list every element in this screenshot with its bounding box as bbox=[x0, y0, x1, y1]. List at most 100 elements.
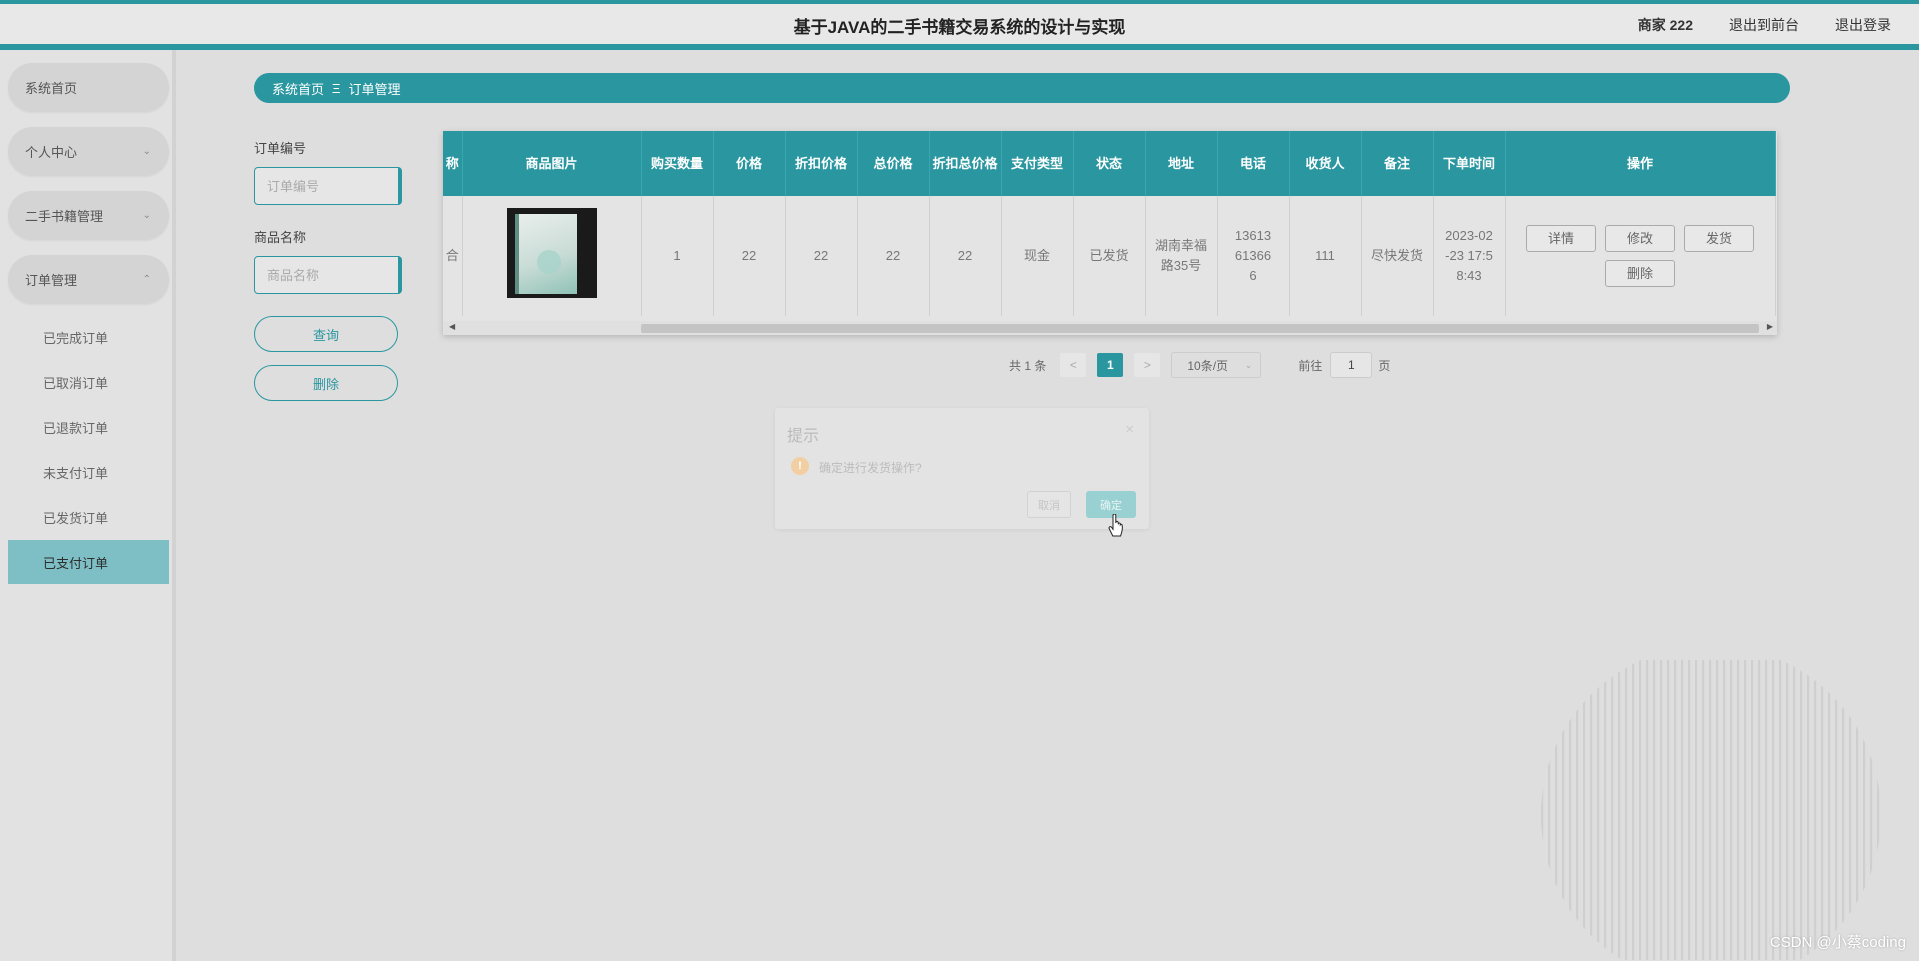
breadcrumb-home[interactable]: 系统首页 bbox=[272, 79, 324, 98]
breadcrumb: 系统首页 Ξ 订单管理 bbox=[254, 73, 1790, 103]
sidebar: 系统首页 个人中心 ⌄ 二手书籍管理 ⌄ 订单管理 ⌃ 已完成订单 已取消订单 … bbox=[0, 50, 176, 961]
sidebar-item-home[interactable]: 系统首页 bbox=[8, 63, 169, 112]
column-header: 折扣总价格 bbox=[929, 131, 1002, 196]
cell-name: 合 bbox=[443, 196, 463, 316]
cell-pay-type: 现金 bbox=[1001, 196, 1074, 316]
sidebar-item-orders[interactable]: 订单管理 ⌃ bbox=[8, 255, 169, 304]
prev-page-button[interactable]: < bbox=[1060, 353, 1087, 377]
sidebar-item-label: 个人中心 bbox=[25, 145, 78, 160]
warning-icon: ! bbox=[791, 457, 809, 475]
chevron-down-icon: ⌄ bbox=[142, 210, 151, 221]
column-header: 价格 bbox=[713, 131, 786, 196]
cell-discount-price: 22 bbox=[785, 196, 858, 316]
scroll-left-icon[interactable]: ◀ bbox=[449, 322, 455, 331]
product-name-input[interactable] bbox=[254, 256, 402, 294]
current-user: 商家 222 bbox=[1637, 17, 1693, 33]
product-name-label: 商品名称 bbox=[254, 230, 307, 245]
dialog-title: 提示 bbox=[787, 428, 820, 445]
sidebar-item-label: 系统首页 bbox=[25, 81, 78, 96]
submenu-unpaid-orders[interactable]: 未支付订单 bbox=[8, 450, 169, 495]
column-header: 状态 bbox=[1073, 131, 1146, 196]
orders-submenu: 已完成订单 已取消订单 已退款订单 未支付订单 已发货订单 已支付订单 bbox=[0, 315, 172, 584]
column-header: 下单时间 bbox=[1433, 131, 1506, 196]
column-header: 购买数量 bbox=[641, 131, 714, 196]
app-title: 基于JAVA的二手书籍交易系统的设计与实现 bbox=[793, 18, 1126, 37]
submenu-paid-orders[interactable]: 已支付订单 bbox=[8, 540, 169, 584]
page-button[interactable]: 1 bbox=[1097, 353, 1124, 377]
cell-image bbox=[462, 196, 642, 316]
submenu-cancelled-orders[interactable]: 已取消订单 bbox=[8, 360, 169, 405]
page-size-value: 10条/页 bbox=[1187, 358, 1229, 373]
goto-page-input[interactable]: 1 bbox=[1330, 352, 1373, 378]
goto-label: 前往 bbox=[1298, 358, 1323, 373]
cell-discount-total: 22 bbox=[929, 196, 1002, 316]
next-page-button[interactable]: > bbox=[1134, 353, 1161, 377]
total-count: 共 1 条 bbox=[1009, 358, 1047, 373]
column-header: 总价格 bbox=[857, 131, 930, 196]
breadcrumb-separator: Ξ bbox=[332, 80, 341, 96]
cell-receiver: 111 bbox=[1289, 196, 1362, 316]
phone-text: 13613613666 bbox=[1234, 228, 1272, 283]
book-cover-image[interactable] bbox=[506, 208, 597, 298]
sidebar-item-profile[interactable]: 个人中心 ⌄ bbox=[8, 127, 169, 176]
cell-phone: 13613613666 bbox=[1217, 196, 1290, 316]
column-header: 电话 bbox=[1217, 131, 1290, 196]
order-no-input[interactable] bbox=[254, 167, 402, 205]
cell-status: 已发货 bbox=[1073, 196, 1146, 316]
search-panel: 订单编号 商品名称 查询 删除 bbox=[254, 138, 404, 414]
header-right: 商家 222 退出到前台 退出登录 bbox=[1638, 15, 1891, 35]
order-no-label: 订单编号 bbox=[254, 141, 307, 156]
top-header: 基于JAVA的二手书籍交易系统的设计与实现 商家 222 退出到前台 退出登录 bbox=[0, 0, 1919, 50]
edit-button[interactable]: 修改 bbox=[1605, 225, 1675, 252]
scroll-right-icon[interactable]: ▶ bbox=[1767, 322, 1773, 331]
confirm-dialog: 提示 × ! 确定进行发货操作? 取消 确定 bbox=[775, 408, 1149, 529]
submenu-shipped-orders[interactable]: 已发货订单 bbox=[8, 495, 169, 540]
cell-price: 22 bbox=[713, 196, 786, 316]
submenu-refunded-orders[interactable]: 已退款订单 bbox=[8, 405, 169, 450]
hand-cursor-icon bbox=[1108, 514, 1123, 537]
row-delete-button[interactable]: 删除 bbox=[1605, 260, 1675, 287]
column-header: 称 bbox=[443, 131, 463, 196]
sidebar-item-label: 订单管理 bbox=[25, 273, 78, 288]
cell-remark: 尽快发货 bbox=[1361, 196, 1434, 316]
chevron-down-icon: ⌄ bbox=[1244, 359, 1253, 370]
row-actions: 详情 修改 发货 删除 bbox=[1518, 225, 1763, 287]
detail-button[interactable]: 详情 bbox=[1526, 225, 1596, 252]
table-header-row: 称 商品图片 购买数量 价格 折扣价格 总价格 折扣总价格 支付类型 状态 地址… bbox=[443, 131, 1776, 196]
column-header: 收货人 bbox=[1289, 131, 1362, 196]
sidebar-item-label: 二手书籍管理 bbox=[25, 209, 104, 224]
chevron-down-icon: ⌄ bbox=[142, 146, 151, 157]
page-size-select[interactable]: 10条/页 ⌄ bbox=[1171, 352, 1262, 378]
orders-table: 称 商品图片 购买数量 价格 折扣价格 总价格 折扣总价格 支付类型 状态 地址… bbox=[443, 131, 1777, 335]
close-icon[interactable]: × bbox=[1125, 421, 1134, 438]
column-header: 操作 bbox=[1505, 131, 1776, 196]
cell-total-price: 22 bbox=[857, 196, 930, 316]
back-to-front-link[interactable]: 退出到前台 bbox=[1729, 15, 1799, 35]
decorative-stripe-circle bbox=[1541, 660, 1880, 960]
logout-link[interactable]: 退出登录 bbox=[1835, 15, 1891, 35]
column-header: 折扣价格 bbox=[785, 131, 858, 196]
submenu-completed-orders[interactable]: 已完成订单 bbox=[8, 315, 169, 360]
cell-actions: 详情 修改 发货 删除 bbox=[1505, 196, 1776, 316]
column-header: 备注 bbox=[1361, 131, 1434, 196]
address-text: 湖南幸福路35号 bbox=[1154, 238, 1207, 273]
cell-quantity: 1 bbox=[641, 196, 714, 316]
ship-button[interactable]: 发货 bbox=[1684, 225, 1754, 252]
cell-address: 湖南幸福路35号 bbox=[1145, 196, 1218, 316]
chevron-up-icon: ⌃ bbox=[142, 274, 151, 285]
breadcrumb-current: 订单管理 bbox=[348, 81, 401, 97]
horizontal-scrollbar[interactable]: ◀ ▶ bbox=[443, 321, 1777, 335]
column-header: 地址 bbox=[1145, 131, 1218, 196]
watermark: CSDN @小蔡coding bbox=[1769, 934, 1906, 951]
scrollbar-thumb[interactable] bbox=[641, 324, 1759, 333]
order-time-text: 2023-02-23 17:58:43 bbox=[1445, 228, 1493, 283]
table-row: 合 1 22 22 22 22 现金 已发货 湖南幸福路35号 13613613… bbox=[443, 196, 1776, 316]
page-unit-label: 页 bbox=[1378, 358, 1391, 373]
column-header: 支付类型 bbox=[1001, 131, 1074, 196]
column-header: 商品图片 bbox=[462, 131, 642, 196]
dialog-message: 确定进行发货操作? bbox=[819, 461, 922, 475]
delete-button[interactable]: 删除 bbox=[254, 365, 398, 401]
dialog-cancel-button[interactable]: 取消 bbox=[1027, 491, 1071, 518]
query-button[interactable]: 查询 bbox=[254, 316, 398, 352]
sidebar-item-books[interactable]: 二手书籍管理 ⌄ bbox=[8, 191, 169, 240]
